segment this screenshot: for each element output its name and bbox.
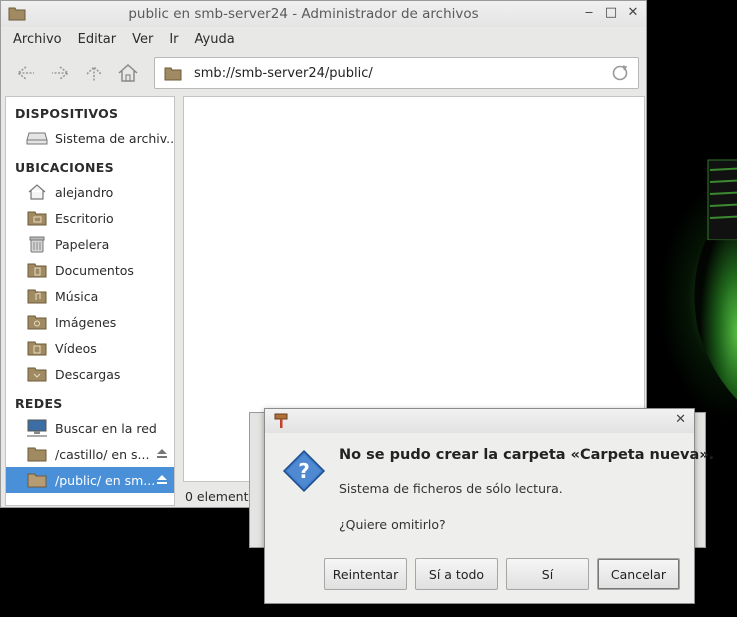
hammer-icon — [274, 413, 288, 428]
sidebar-item-imagenes[interactable]: Imágenes — [6, 309, 174, 335]
back-icon — [16, 66, 34, 80]
toolbar: smb://smb-server24/public/ — [1, 51, 646, 95]
home-icon — [28, 184, 46, 200]
menu-ayuda[interactable]: Ayuda — [187, 32, 243, 47]
window-titlebar[interactable]: public en smb-server24 - Administrador d… — [1, 1, 646, 27]
trash-icon — [29, 236, 45, 253]
menubar: Archivo Editar Ver Ir Ayuda — [1, 27, 646, 51]
sidebar-item-papelera[interactable]: Papelera — [6, 231, 174, 257]
sidebar-item-descargas[interactable]: Descargas — [6, 361, 174, 387]
light-bulb-wallpaper — [694, 159, 737, 400]
sidebar-item-escritorio[interactable]: Escritorio — [6, 205, 174, 231]
location-path[interactable]: smb://smb-server24/public/ — [194, 66, 610, 81]
status-bar-count: 0 elemento — [185, 489, 257, 504]
reload-icon[interactable] — [610, 63, 630, 83]
folder-icon — [8, 7, 26, 21]
error-dialog: ✕ ? No se pudo crear la carpeta «Carpeta… — [264, 408, 714, 604]
sidebar-item-browse-network[interactable]: Buscar en la red — [6, 415, 174, 441]
eject-icon[interactable] — [156, 447, 168, 459]
menu-archivo[interactable]: Archivo — [5, 32, 70, 47]
retry-button[interactable]: Reintentar — [324, 558, 407, 590]
drive-icon — [26, 132, 48, 145]
forward-button[interactable] — [43, 58, 77, 88]
sidebar-heading-network: REDES — [15, 396, 63, 411]
menu-editar[interactable]: Editar — [70, 32, 125, 47]
up-button[interactable] — [77, 58, 111, 88]
back-button[interactable] — [9, 58, 43, 88]
dialog-titlebar[interactable]: ✕ — [265, 409, 694, 433]
location-bar[interactable]: smb://smb-server24/public/ — [154, 57, 639, 89]
minimize-button[interactable]: ‒ — [582, 5, 596, 21]
sidebar-heading-places: UBICACIONES — [15, 160, 114, 175]
sidebar-item-alejandro[interactable]: alejandro — [6, 179, 174, 205]
sidebar: DISPOSITIVOS Sistema de archiv... UBICAC… — [5, 96, 175, 506]
dialog-primary-text: No se pudo crear la carpeta «Carpeta nue… — [339, 447, 715, 463]
desktop-folder-icon — [27, 211, 47, 226]
eject-icon[interactable] — [156, 473, 168, 485]
cancel-button[interactable]: Cancelar — [597, 558, 680, 590]
sidebar-item-public[interactable]: /public/ en sm... — [6, 467, 174, 493]
menu-ir[interactable]: Ir — [161, 32, 186, 47]
dialog-question-text: ¿Quiere omitirlo? — [339, 517, 446, 532]
music-folder-icon — [27, 289, 47, 304]
window-title: public en smb-server24 - Administrador d… — [128, 6, 479, 22]
sidebar-item-videos[interactable]: Vídeos — [6, 335, 174, 361]
yes-button[interactable]: Sí — [506, 558, 589, 590]
home-button[interactable] — [111, 58, 145, 88]
sidebar-item-castillo[interactable]: /castillo/ en s... — [6, 441, 174, 467]
network-icon — [27, 419, 47, 437]
dialog-secondary-text: Sistema de ficheros de sólo lectura. — [339, 481, 563, 496]
forward-icon — [52, 66, 70, 80]
videos-folder-icon — [27, 341, 47, 356]
sidebar-item-musica[interactable]: Música — [6, 283, 174, 309]
folder-icon — [27, 473, 47, 488]
question-icon: ? — [282, 449, 326, 493]
maximize-button[interactable]: □ — [604, 5, 618, 21]
menu-ver[interactable]: Ver — [124, 32, 161, 47]
up-icon — [86, 65, 102, 81]
close-button[interactable]: ✕ — [626, 5, 640, 21]
sidebar-heading-devices: DISPOSITIVOS — [15, 106, 119, 121]
sidebar-item-documentos[interactable]: Documentos — [6, 257, 174, 283]
dialog-close-button[interactable]: ✕ — [675, 412, 686, 427]
folder-icon — [164, 67, 182, 80]
folder-icon — [27, 447, 47, 462]
pictures-folder-icon — [27, 315, 47, 330]
yes-to-all-button[interactable]: Sí a todo — [415, 558, 498, 590]
svg-text:?: ? — [298, 459, 310, 483]
documents-folder-icon — [27, 263, 47, 278]
home-icon — [118, 63, 138, 82]
downloads-folder-icon — [27, 367, 47, 382]
sidebar-item-filesystem[interactable]: Sistema de archiv... — [6, 125, 174, 151]
